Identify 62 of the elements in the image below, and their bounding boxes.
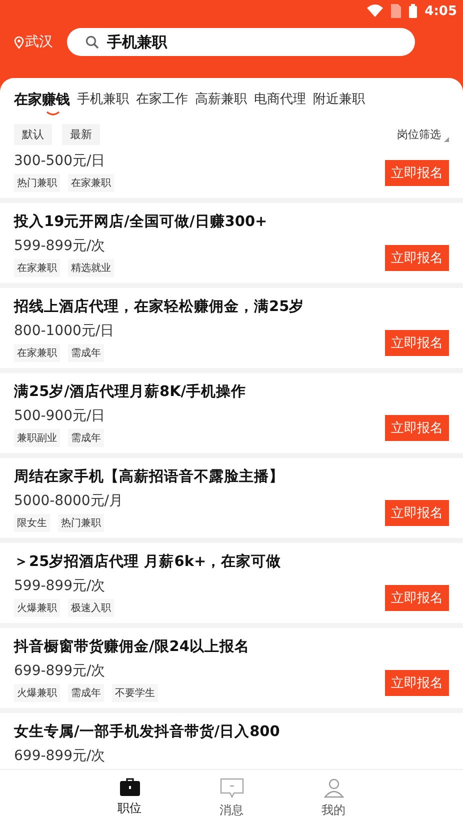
job-salary: 699-899元/次 <box>14 747 106 766</box>
job-tag: 精选就业 <box>68 259 114 277</box>
corner-triangle-icon <box>444 137 449 142</box>
underline-icon <box>46 111 60 116</box>
apply-button[interactable]: 立即报名 <box>385 415 449 441</box>
job-title[interactable]: 女生专属/一部手机发抖音带货/日入800 <box>14 721 449 743</box>
apply-button[interactable]: 立即报名 <box>385 245 449 271</box>
job-title[interactable]: 投入19元开网店/全国可做/日赚300+ <box>14 211 385 233</box>
job-tag: 在家兼职 <box>14 344 60 362</box>
person-icon[interactable] <box>324 778 344 798</box>
job-salary: 500-900元/日 <box>14 407 106 426</box>
category-tab[interactable]: 在家工作 <box>136 88 188 112</box>
no-sim-icon <box>390 4 401 18</box>
job-salary: 699-899元/次 <box>14 662 106 681</box>
job-tag: 热门兼职 <box>14 174 60 192</box>
category-tab[interactable]: 高薪兼职 <box>195 88 247 112</box>
city-label[interactable]: 武汉 <box>25 33 53 51</box>
job-tag: 需成年 <box>68 429 104 447</box>
nav-label[interactable]: 我的 <box>322 802 346 819</box>
job-tag: 极速入职 <box>68 599 114 617</box>
job-title[interactable]: 满25岁/酒店代理月薪8K/手机操作 <box>14 381 385 403</box>
job-salary: 300-500元/日 <box>14 152 106 171</box>
category-tab[interactable]: 电商代理 <box>254 88 306 112</box>
apply-button[interactable]: 立即报名 <box>385 330 449 356</box>
job-title[interactable]: 周结在家手机【高薪招语音不露脸主播】 <box>14 466 385 488</box>
filter-label[interactable]: 岗位筛选 <box>397 127 441 142</box>
job-title[interactable]: 招线上酒店代理，在家轻松赚佣金，满25岁 <box>14 296 385 318</box>
briefcase-icon[interactable] <box>120 778 140 796</box>
job-tag: 在家兼职 <box>68 174 114 192</box>
category-tab[interactable]: 附近兼职 <box>313 88 365 112</box>
job-tag: 热门兼职 <box>58 514 104 532</box>
job-salary: 5000-8000元/月 <box>14 492 124 511</box>
job-tag: 火爆兼职 <box>14 599 60 617</box>
search-icon <box>85 35 99 49</box>
category-tab[interactable]: 手机兼职 <box>77 88 129 112</box>
battery-icon <box>408 4 417 18</box>
job-salary: 599-899元/次 <box>14 237 106 256</box>
category-tab[interactable]: 在家赚钱 <box>14 88 70 112</box>
nav-label[interactable]: 职位 <box>118 800 142 817</box>
job-tag: 需成年 <box>68 684 104 702</box>
nav-label[interactable]: 消息 <box>220 802 244 819</box>
job-salary: 599-899元/次 <box>14 577 106 596</box>
job-tag: 火爆兼职 <box>14 684 60 702</box>
job-tag: 不要学生 <box>112 684 158 702</box>
job-title[interactable]: ＞25岁招酒店代理 月薪6k+，在家可做 <box>14 551 385 573</box>
apply-button[interactable]: 立即报名 <box>385 500 449 526</box>
apply-button[interactable]: 立即报名 <box>385 585 449 611</box>
job-tag: 在家兼职 <box>14 259 60 277</box>
search-field[interactable]: 手机兼职 <box>67 28 415 56</box>
job-tag: 需成年 <box>68 344 104 362</box>
job-tag: 兼职副业 <box>14 429 60 447</box>
location-pin-icon[interactable] <box>14 36 24 48</box>
sort-button[interactable]: 最新 <box>62 124 100 145</box>
wifi-icon <box>366 4 383 18</box>
status-time: 4:05 <box>424 4 457 18</box>
sort-button[interactable]: 默认 <box>14 124 52 145</box>
apply-button[interactable]: 立即报名 <box>385 670 449 696</box>
apply-button[interactable]: 立即报名 <box>385 160 449 186</box>
job-title[interactable]: 抖音橱窗带货赚佣金/限24以上报名 <box>14 636 385 658</box>
message-icon[interactable] <box>220 778 244 798</box>
job-tag: 限女生 <box>14 514 50 532</box>
job-salary: 800-1000元/日 <box>14 322 116 341</box>
